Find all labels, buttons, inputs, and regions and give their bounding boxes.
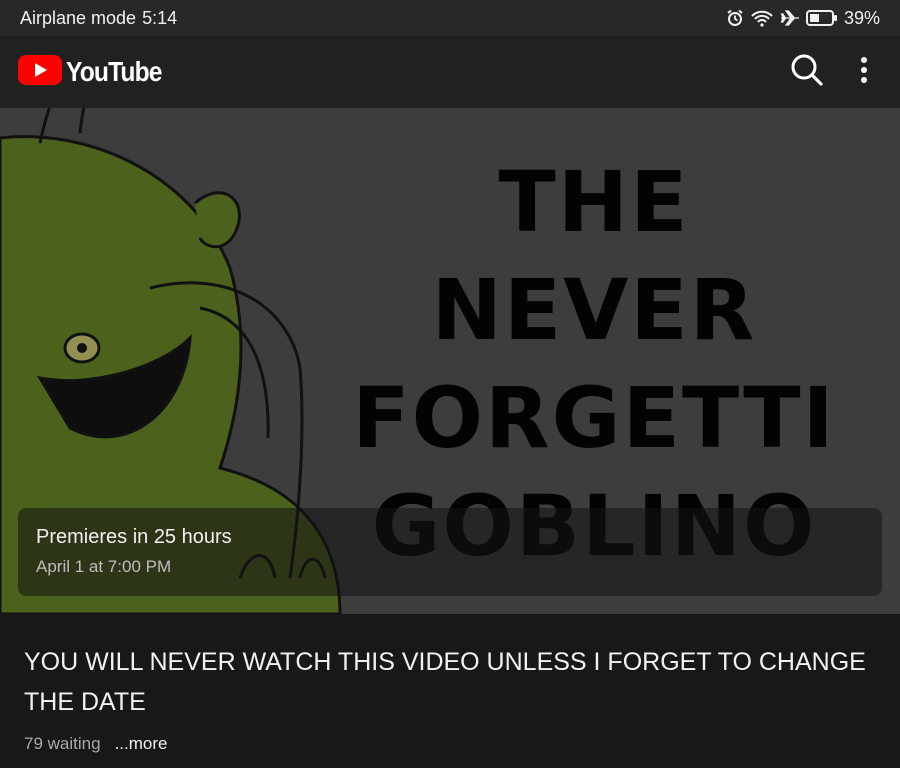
battery-icon	[805, 9, 838, 27]
video-meta: 79 waiting ...more	[24, 734, 876, 754]
waiting-count: 79 waiting	[24, 734, 101, 753]
airplane-mode-label: Airplane mode	[20, 7, 137, 28]
battery-percent: 39%	[843, 7, 880, 28]
search-icon[interactable]	[790, 53, 824, 92]
more-description-link[interactable]: ...more	[115, 734, 168, 754]
status-bar: Airplane mode 5:14 39%	[0, 0, 900, 36]
premiere-date: April 1 at 7:00 PM	[36, 557, 172, 576]
airplane-icon	[780, 9, 800, 27]
status-right: 39%	[726, 8, 880, 29]
premiere-countdown: Premieres in 25 hours	[36, 526, 232, 548]
status-left: Airplane mode 5:14	[20, 8, 726, 29]
more-vert-icon[interactable]	[860, 56, 868, 89]
youtube-play-icon	[18, 54, 62, 91]
video-title[interactable]: YOU WILL NEVER WATCH THIS VIDEO UNLESS I…	[24, 642, 876, 722]
alarm-icon	[726, 9, 744, 27]
clock: 5:14	[142, 7, 178, 28]
youtube-logo-text: YouTube	[66, 56, 162, 87]
app-bar-actions	[790, 53, 882, 92]
video-player[interactable]: THE NEVER FORGETTI GOBLINO Premieres in …	[0, 108, 900, 614]
video-info: YOU WILL NEVER WATCH THIS VIDEO UNLESS I…	[0, 614, 900, 768]
app-bar: YouTube	[0, 36, 900, 108]
youtube-logo[interactable]: YouTube	[18, 54, 790, 91]
wifi-icon	[750, 9, 774, 27]
premiere-overlay: Premieres in 25 hours April 1 at 7:00 PM	[18, 508, 882, 596]
